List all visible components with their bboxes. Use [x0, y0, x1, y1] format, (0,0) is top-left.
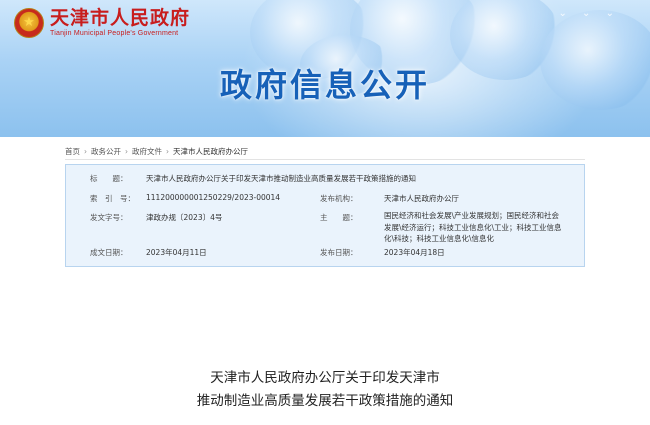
doc-number-value: 津政办规〔2023〕4号 [146, 213, 223, 222]
article-title-line: 推动制造业高质量发展若干政策措施的通知 [196, 393, 454, 409]
doc-number-label: 发文字号： [90, 213, 128, 222]
subject-label: 主 题： [320, 213, 358, 222]
logo-subtitle: Tianjin Municipal People's Government [50, 30, 179, 37]
breadcrumb-divider [65, 159, 585, 160]
index-value: 111200000001250229/2023-00014 [146, 193, 281, 202]
publish-date-value: 2023年04月18日 [384, 248, 445, 257]
logo-title: 天津市人民政府 [50, 7, 191, 29]
breadcrumb-separator: › [166, 146, 169, 156]
index-label: 索 引 号： [90, 194, 135, 203]
publish-date-label: 发布日期： [320, 248, 358, 257]
breadcrumb-general-office-link[interactable]: 天津市人民政府办公厅 [173, 146, 248, 157]
written-date-value: 2023年04月11日 [146, 248, 207, 257]
title-label: 标 题： [90, 174, 128, 183]
article-title: 天津市人民政府办公厅关于印发天津市 推动制造业高质量发展若干政策措施的通知 [0, 367, 650, 413]
breadcrumb-gov-documents-link[interactable]: 政府文件 [132, 146, 162, 157]
site-logo[interactable]: ★ 天津市人民政府 Tianjin Municipal People's Gov… [14, 7, 190, 38]
written-date-label: 成文日期： [90, 248, 128, 257]
title-value: 天津市人民政府办公厅关于印发天津市推动制造业高质量发展若干政策措施的通知 [146, 174, 416, 183]
header-banner: ⌄ ⌄ ⌄ ★ 天津市人民政府 Tianjin Municipal People… [0, 0, 650, 137]
banner-title: 政府信息公开 [219, 66, 430, 104]
national-emblem-icon: ★ [14, 7, 44, 38]
article-title-line: 天津市人民政府办公厅关于印发天津市 [210, 370, 440, 386]
breadcrumb-separator: › [125, 146, 128, 156]
publisher-label: 发布机构： [320, 194, 358, 203]
breadcrumb: 首页 › 政务公开 › 政府文件 › 天津市人民政府办公厅 [65, 144, 585, 158]
breadcrumb-home-link[interactable]: 首页 [65, 146, 80, 157]
document-info-box: 标 题： 天津市人民政府办公厅关于印发天津市推动制造业高质量发展若干政策措施的通… [65, 164, 585, 267]
breadcrumb-gov-affairs-link[interactable]: 政务公开 [91, 146, 121, 157]
subject-value: 国民经济和社会发展\产业发展规划；国民经济和社会发展\经济运行；科技工业信息化\… [384, 211, 562, 243]
birds-decoration: ⌄ ⌄ ⌄ [558, 8, 620, 19]
breadcrumb-separator: › [84, 146, 87, 156]
publisher-value: 天津市人民政府办公厅 [384, 194, 459, 203]
